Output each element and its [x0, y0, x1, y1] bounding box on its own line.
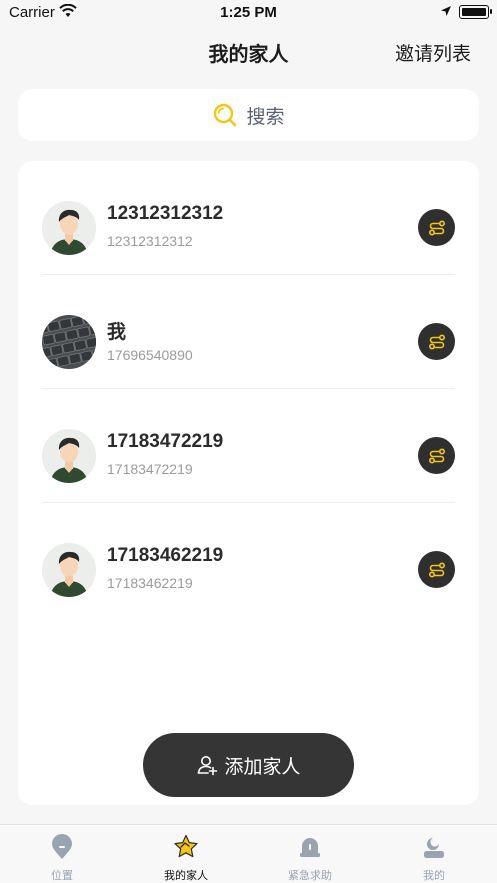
member-name: 我 [107, 322, 127, 343]
route-button[interactable] [418, 209, 455, 246]
battery-icon [459, 5, 492, 19]
tab-bar: 位置 我的家人 紧急求助 我的 [0, 824, 497, 883]
family-list: 12312312312 12312312312 我 17696540890 17… [18, 161, 479, 805]
route-button[interactable] [418, 437, 455, 474]
add-family-label: 添加家人 [224, 756, 301, 778]
member-phone: 17696540890 [107, 347, 193, 363]
search-placeholder: 搜索 [246, 106, 285, 128]
tab-label: 紧急求助 [288, 870, 332, 882]
location-services-icon [441, 6, 451, 16]
avatar [42, 543, 96, 597]
location-icon [52, 834, 72, 859]
screen: Carrier 1:25 PM 我的家人 邀请列表 搜索 12312312312… [0, 0, 497, 883]
route-icon [428, 333, 445, 350]
avatar [42, 429, 96, 483]
list-item[interactable]: 我 17696540890 [42, 275, 455, 389]
tab-label: 位置 [51, 870, 73, 882]
search-bar[interactable]: 搜索 [18, 89, 479, 141]
tab-label: 我的家人 [164, 870, 208, 882]
list-item[interactable]: 17183462219 17183462219 [42, 503, 455, 617]
route-icon [428, 561, 445, 578]
search-icon [214, 103, 237, 127]
tab-emergency[interactable]: 紧急求助 [248, 825, 372, 883]
member-phone: 12312312312 [107, 233, 193, 249]
list-item[interactable]: 17183472219 17183472219 [42, 389, 455, 503]
tab-location[interactable]: 位置 [0, 825, 124, 883]
tab-label: 我的 [423, 870, 445, 882]
avatar [42, 201, 96, 255]
route-icon [428, 219, 445, 236]
tab-profile[interactable]: 我的 [372, 825, 496, 883]
member-phone: 17183462219 [107, 575, 193, 591]
add-family-button[interactable]: 添加家人 [143, 733, 354, 797]
add-person-icon [198, 756, 218, 776]
member-name: 12312312312 [107, 203, 224, 224]
tab-family[interactable]: 我的家人 [124, 825, 248, 883]
list-item[interactable]: 12312312312 12312312312 [42, 161, 455, 275]
member-name: 17183462219 [107, 545, 224, 566]
route-button[interactable] [418, 323, 455, 360]
status-bar: Carrier 1:25 PM [0, 0, 497, 26]
profile-icon [424, 838, 444, 858]
member-name: 17183472219 [107, 431, 224, 452]
alarm-icon [300, 838, 320, 857]
route-button[interactable] [418, 551, 455, 588]
route-icon [428, 447, 445, 464]
avatar [42, 315, 96, 369]
member-phone: 17183472219 [107, 461, 193, 477]
star-icon [174, 834, 198, 858]
invite-list-button[interactable]: 邀请列表 [395, 39, 471, 66]
status-time: 1:25 PM [220, 4, 277, 21]
